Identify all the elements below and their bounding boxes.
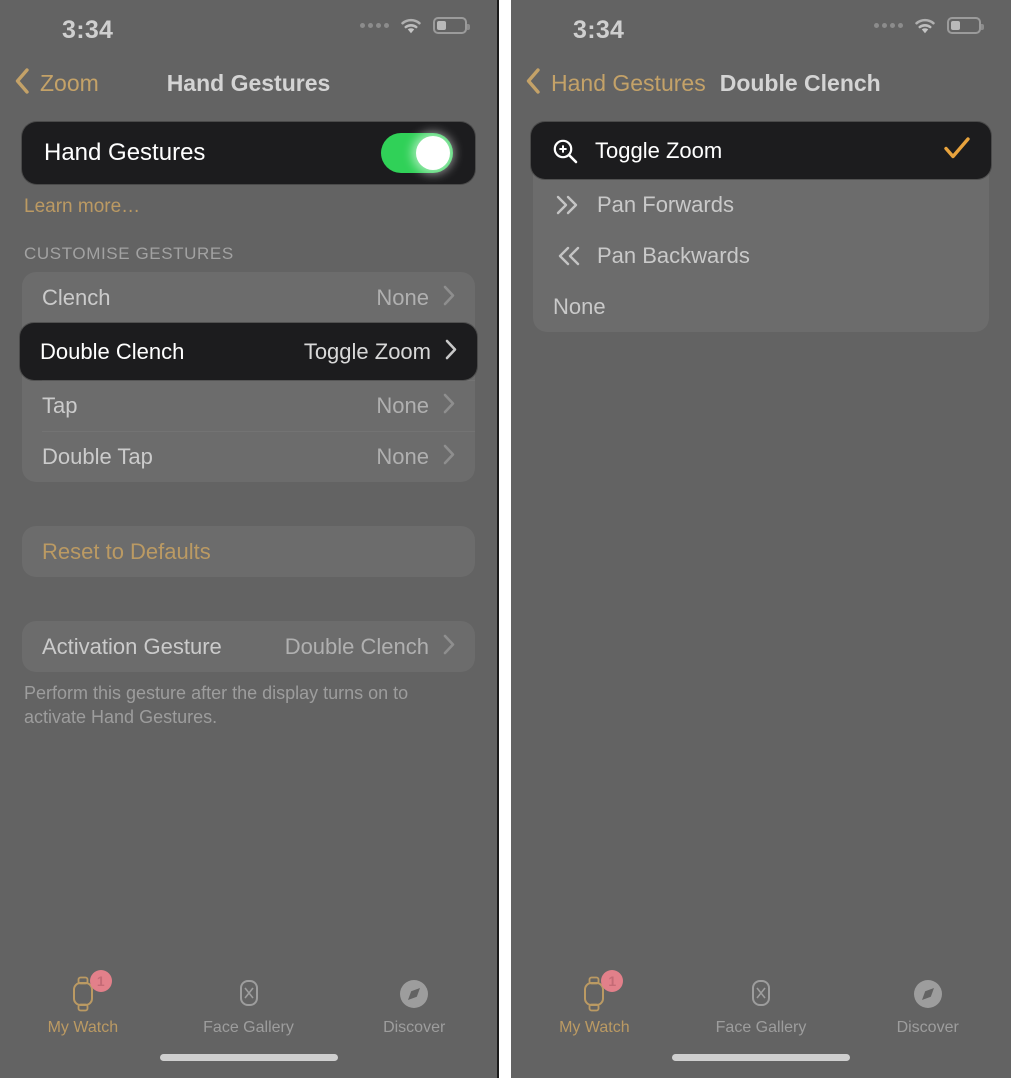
tab-my-watch[interactable]: 1 My Watch xyxy=(0,970,166,1037)
tab-bar-left: 1 My Watch Face Gallery Discover xyxy=(0,960,497,1078)
wifi-icon xyxy=(912,16,938,35)
left-screen: 3:34 Zoom Hand Gestures Hand Gestures Le… xyxy=(0,0,497,1078)
section-header-customise-gestures: CUSTOMISE GESTURES xyxy=(24,244,234,263)
watch-icon: 1 xyxy=(63,970,112,1014)
battery-icon xyxy=(433,17,470,34)
badge-count: 1 xyxy=(89,970,112,992)
action-options-card: Toggle Zoom Pan Forwards Pan Backwards N… xyxy=(531,122,991,332)
row-value: None xyxy=(376,443,429,469)
tab-my-watch[interactable]: 1 My Watch xyxy=(511,970,678,1037)
row-label: Clench xyxy=(42,284,111,310)
wifi-icon xyxy=(398,16,424,35)
nav-bar-left: Zoom Hand Gestures xyxy=(0,58,497,108)
back-button-label: Zoom xyxy=(40,69,99,96)
battery-icon xyxy=(947,17,984,34)
tab-label: Discover xyxy=(896,1019,959,1036)
checkmark-icon xyxy=(943,136,971,165)
badge-count: 1 xyxy=(601,970,624,992)
row-value: Double Clench xyxy=(284,633,429,659)
compass-icon xyxy=(394,974,434,1014)
tab-label: My Watch xyxy=(559,1019,630,1036)
back-button-label: Hand Gestures xyxy=(551,69,706,96)
status-bar-right: 3:34 xyxy=(511,0,1011,58)
row-label: Double Tap xyxy=(42,443,153,469)
chevron-right-icon xyxy=(443,634,455,660)
option-row-pan-forwards[interactable]: Pan Forwards xyxy=(533,179,989,230)
chevron-left-icon xyxy=(525,67,541,100)
table-row[interactable]: Double Tap None xyxy=(22,431,475,482)
activation-gesture-row[interactable]: Activation Gesture Double Clench xyxy=(22,621,475,672)
option-label: None xyxy=(553,293,606,319)
status-time: 3:34 xyxy=(573,16,625,44)
tab-face-gallery[interactable]: Face Gallery xyxy=(166,974,332,1037)
chevron-right-icon xyxy=(443,285,455,311)
option-row-none[interactable]: None xyxy=(533,281,989,332)
activation-gesture-footnote: Perform this gesture after the display t… xyxy=(24,683,409,727)
page-title: Double Clench xyxy=(719,69,881,96)
tab-face-gallery[interactable]: Face Gallery xyxy=(678,974,845,1037)
reset-card: Reset to Defaults xyxy=(22,526,475,577)
chevron-right-icon xyxy=(443,444,455,470)
row-value: None xyxy=(376,284,429,310)
activation-gesture-card: Activation Gesture Double Clench xyxy=(22,621,475,672)
watchface-icon xyxy=(229,974,269,1014)
tab-label: Face Gallery xyxy=(203,1019,294,1036)
chevron-left-icon xyxy=(14,67,30,100)
back-button[interactable]: Hand Gestures xyxy=(525,67,706,100)
tab-label: My Watch xyxy=(47,1019,119,1036)
signal-dots-icon xyxy=(874,23,903,28)
chevron-right-icon xyxy=(443,393,455,419)
table-row[interactable]: Clench None xyxy=(22,272,475,323)
back-button[interactable]: Zoom xyxy=(14,67,99,100)
hand-gestures-toggle-label: Hand Gestures xyxy=(44,139,206,166)
watchface-icon xyxy=(741,974,781,1014)
chevron-double-left-icon xyxy=(553,244,597,268)
learn-more-link[interactable]: Learn more… xyxy=(24,196,473,218)
option-row-pan-backwards[interactable]: Pan Backwards xyxy=(533,230,989,281)
tab-bar-right: 1 My Watch Face Gallery Discover xyxy=(511,960,1011,1078)
reset-to-defaults-button[interactable]: Reset to Defaults xyxy=(22,526,475,577)
dual-screenshot-container: 3:34 Zoom Hand Gestures Hand Gestures Le… xyxy=(0,0,1011,1078)
hand-gestures-toggle-row[interactable]: Hand Gestures xyxy=(22,122,475,184)
compass-icon xyxy=(908,974,948,1014)
chevron-double-right-icon xyxy=(553,193,597,217)
signal-dots-icon xyxy=(360,23,389,28)
status-indicators xyxy=(874,16,984,35)
option-label: Pan Backwards xyxy=(597,242,750,268)
chevron-right-icon xyxy=(445,339,457,365)
hand-gestures-toggle-switch[interactable] xyxy=(381,133,453,173)
tab-discover[interactable]: Discover xyxy=(331,974,497,1037)
tab-discover[interactable]: Discover xyxy=(844,974,1011,1037)
home-indicator[interactable] xyxy=(672,1054,850,1061)
watch-icon: 1 xyxy=(574,970,624,1014)
row-label: Double Clench xyxy=(40,338,185,364)
gesture-list-card: Clench None Double Clench Toggle Zoom Ta… xyxy=(20,272,477,482)
home-indicator[interactable] xyxy=(159,1054,338,1061)
tab-label: Face Gallery xyxy=(715,1019,807,1036)
status-indicators xyxy=(360,16,470,35)
nav-bar-right: Hand Gestures Double Clench xyxy=(511,58,1011,108)
table-row-double-clench[interactable]: Double Clench Toggle Zoom xyxy=(20,323,477,380)
magnifier-plus-icon xyxy=(551,137,595,165)
option-label: Toggle Zoom xyxy=(595,137,723,163)
row-value: Toggle Zoom xyxy=(303,338,431,364)
status-bar-left: 3:34 xyxy=(0,0,497,58)
status-time: 3:34 xyxy=(62,16,114,44)
table-row[interactable]: Tap None xyxy=(22,380,475,431)
tab-label: Discover xyxy=(383,1019,446,1036)
option-label: Pan Forwards xyxy=(597,191,734,217)
panel-divider xyxy=(497,0,511,1078)
row-label: Tap xyxy=(42,392,78,418)
row-value: None xyxy=(376,392,429,418)
row-label: Activation Gesture xyxy=(42,633,222,659)
option-row-toggle-zoom[interactable]: Toggle Zoom xyxy=(531,122,991,179)
reset-to-defaults-label: Reset to Defaults xyxy=(42,538,211,564)
right-screen: 3:34 Hand Gestures Double Clench Toggle … xyxy=(511,0,1011,1078)
